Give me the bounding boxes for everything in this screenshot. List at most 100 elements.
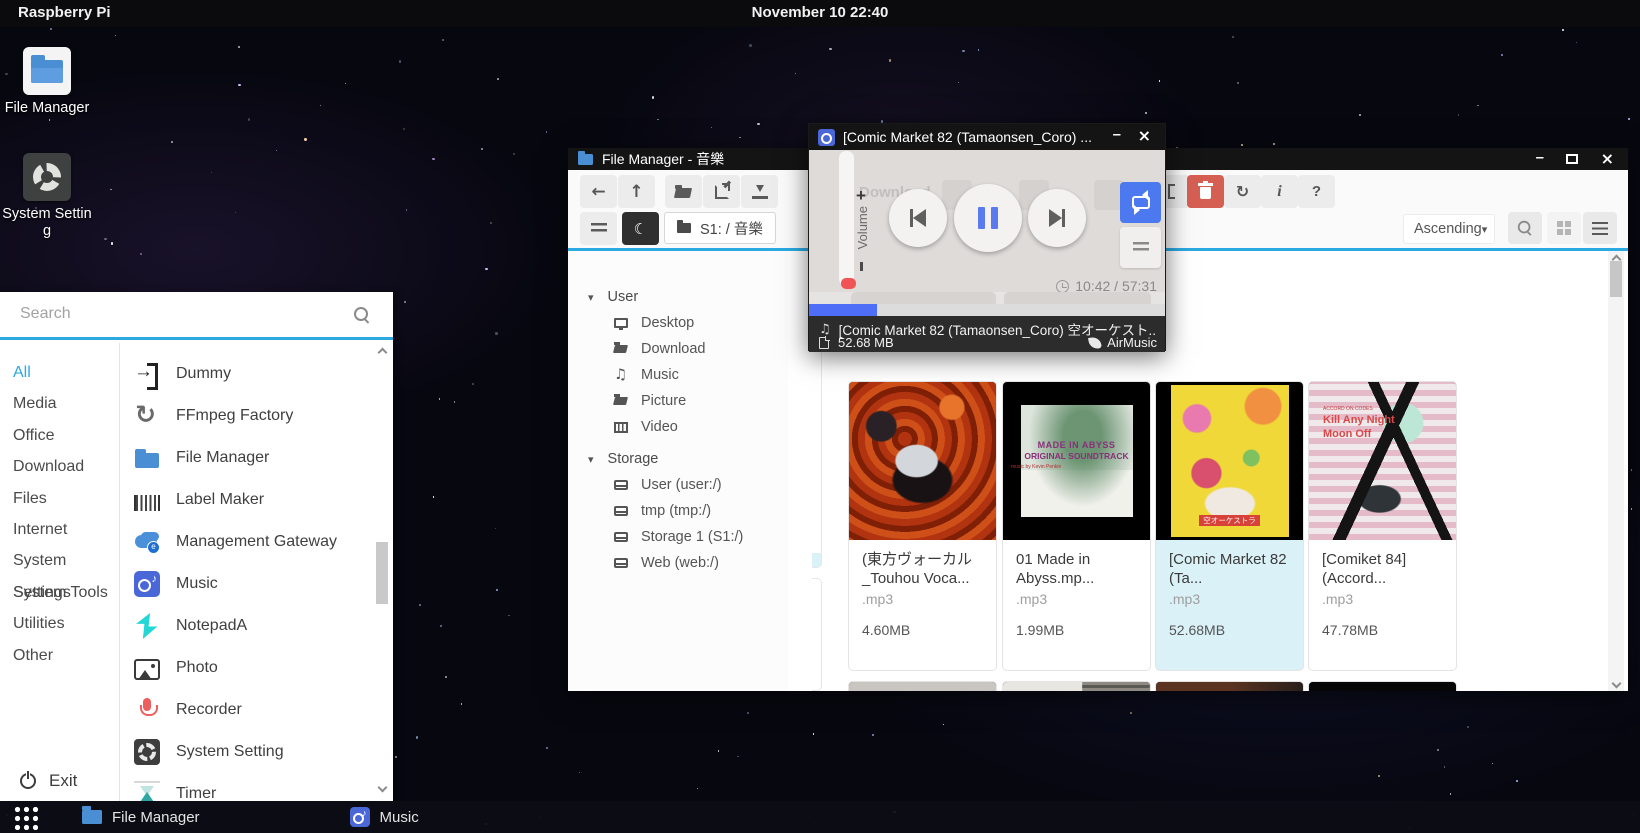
repeat-button[interactable]: [1120, 182, 1161, 223]
star: [1444, 766, 1445, 767]
sidebar-item-video[interactable]: Video: [612, 414, 788, 440]
category-item-system-settings[interactable]: System Settings: [0, 545, 119, 576]
app-label: System Setting: [176, 743, 284, 761]
grid-view-button[interactable]: [1547, 212, 1581, 244]
star: [749, 44, 752, 47]
back-button[interactable]: ←: [580, 175, 617, 208]
app-item-timer[interactable]: Timer: [120, 773, 371, 801]
app-item-recorder[interactable]: Recorder: [120, 689, 371, 731]
category-item-internet[interactable]: Internet: [0, 514, 119, 545]
minimize-button[interactable]: –: [1113, 126, 1121, 143]
volume-slider[interactable]: [839, 151, 854, 286]
star: [442, 39, 444, 41]
exit-button[interactable]: Exit: [20, 771, 77, 791]
sidebar-item-web-web-[interactable]: Web (web:/): [612, 550, 788, 576]
music-player-titlebar[interactable]: [Comic Market 82 (Tamaonsen_Coro) ... – …: [809, 124, 1165, 150]
file-card[interactable]: ACCORD ON CODESKill Any NightMoon Off[Co…: [1308, 381, 1457, 671]
download-button[interactable]: [741, 175, 778, 208]
music-icon: [134, 571, 160, 597]
info-button[interactable]: i: [1261, 175, 1298, 208]
menu-scrollbar[interactable]: [374, 347, 390, 793]
volume-min-tick: [860, 262, 863, 271]
category-item-media[interactable]: Media: [0, 388, 119, 419]
app-item-management-gateway[interactable]: Management Gateway: [120, 521, 371, 563]
file-grid-scrollbar[interactable]: [1608, 251, 1624, 691]
taskbar-item-music[interactable]: Music: [350, 807, 419, 827]
sidebar-group-user[interactable]: ▾User: [588, 284, 788, 310]
file-size: 1.99MB: [1016, 622, 1137, 638]
seek-bar[interactable]: [809, 304, 1165, 316]
scroll-up-icon[interactable]: [377, 348, 387, 358]
app-item-system-setting[interactable]: System Setting: [120, 731, 371, 773]
minimize-button[interactable]: –: [1536, 149, 1544, 166]
star: [1145, 112, 1147, 114]
taskbar-item-file-manager[interactable]: File Manager: [82, 809, 200, 826]
sidebar-item-download[interactable]: Download: [612, 336, 788, 362]
dark-mode-toggle[interactable]: ☾: [622, 212, 659, 245]
sidebar-item-desktop[interactable]: Desktop: [612, 310, 788, 336]
ffmpeg-icon: [134, 403, 160, 429]
sidebar-group-storage[interactable]: ▾Storage: [588, 446, 788, 472]
file-card[interactable]: 空オーケストラ[Comic Market 82(Ta....mp352.68MB: [1155, 381, 1304, 671]
delete-button[interactable]: [1187, 175, 1224, 208]
app-item-ffmpeg-factory[interactable]: FFmpeg Factory: [120, 395, 371, 437]
start-menu-button[interactable]: [12, 804, 38, 830]
maximize-button[interactable]: [1566, 154, 1578, 164]
sort-order-dropdown[interactable]: Ascending ▾: [1403, 214, 1495, 244]
search-input[interactable]: Search: [20, 305, 71, 323]
breadcrumb[interactable]: S1: / 音樂: [664, 212, 776, 244]
refresh-button[interactable]: ↻: [1224, 175, 1261, 208]
sidebar-item-storage-1-s1-[interactable]: Storage 1 (S1:/): [612, 524, 788, 550]
category-item-other[interactable]: Other: [0, 640, 119, 671]
close-button[interactable]: ×: [1601, 149, 1614, 168]
app-item-dummy[interactable]: Dummy: [120, 353, 371, 395]
previous-track-button[interactable]: [889, 189, 947, 247]
file-card[interactable]: とある科学の超電磁砲A Certain Scientific Railgun: [1155, 681, 1304, 691]
playlist-button[interactable]: [1120, 227, 1161, 268]
category-item-utilities[interactable]: Utilities: [0, 608, 119, 639]
category-item-office[interactable]: Office: [0, 420, 119, 451]
app-item-music[interactable]: Music: [120, 563, 371, 605]
scroll-down-icon[interactable]: [377, 783, 387, 793]
volume-slider-handle[interactable]: [841, 278, 856, 289]
close-button[interactable]: ×: [1138, 126, 1151, 145]
sidebar-item-user-user-[interactable]: User (user:/): [612, 472, 788, 498]
star: [889, 59, 891, 61]
desktop-icon-file-manager[interactable]: File Manager: [1, 47, 93, 117]
category-item-files[interactable]: Files: [0, 483, 119, 514]
file-card[interactable]: MADE IN ABYSSORIGINAL SOUNDTRACKmusic by…: [1002, 381, 1151, 671]
scroll-down-icon[interactable]: [1611, 679, 1621, 689]
file-card[interactable]: [ボウノミス] スキマスイッチ×家政夫: [848, 681, 997, 691]
category-item-all[interactable]: All: [0, 357, 119, 388]
app-label: Music: [176, 575, 218, 593]
open-external-button[interactable]: [703, 175, 740, 208]
star: [1516, 780, 1518, 782]
scrollbar-thumb[interactable]: [376, 542, 388, 604]
menu-button[interactable]: [580, 212, 617, 245]
app-item-notepada[interactable]: NotepadA: [120, 605, 371, 647]
app-item-photo[interactable]: Photo: [120, 647, 371, 689]
sidebar-item-tmp-tmp-[interactable]: tmp (tmp:/): [612, 498, 788, 524]
pause-button[interactable]: [954, 184, 1022, 252]
help-button[interactable]: ?: [1298, 175, 1335, 208]
album-art-text: 空オーケストラ: [1156, 515, 1303, 526]
search-button[interactable]: [1508, 212, 1542, 244]
desktop-icon-system-setting[interactable]: System Setting: [1, 153, 93, 240]
file-card[interactable]: [1308, 681, 1457, 691]
file-card[interactable]: (東方ヴォーカル_Touhou Voca....mp34.60MB: [848, 381, 997, 671]
open-folder-button[interactable]: [665, 175, 702, 208]
album-art: 空オーケストラ: [1156, 382, 1303, 540]
hamburger-icon: [591, 223, 607, 235]
list-view-button[interactable]: [1583, 212, 1617, 244]
menu-search-row[interactable]: Search: [0, 292, 393, 340]
file-card[interactable]: SODSwing Of the DeadTOHO JAZZY VOCAL: [1002, 681, 1151, 691]
scrollbar-thumb[interactable]: [1610, 261, 1622, 297]
app-item-label-maker[interactable]: Label Maker: [120, 479, 371, 521]
next-track-button[interactable]: [1028, 189, 1086, 247]
category-item-download[interactable]: Download: [0, 451, 119, 482]
category-item-system-tools[interactable]: System Tools: [0, 577, 119, 608]
up-button[interactable]: ↑: [618, 175, 655, 208]
app-item-file-manager[interactable]: File Manager: [120, 437, 371, 479]
sidebar-item-music[interactable]: ♫Music: [612, 362, 788, 388]
sidebar-item-picture[interactable]: Picture: [612, 388, 788, 414]
